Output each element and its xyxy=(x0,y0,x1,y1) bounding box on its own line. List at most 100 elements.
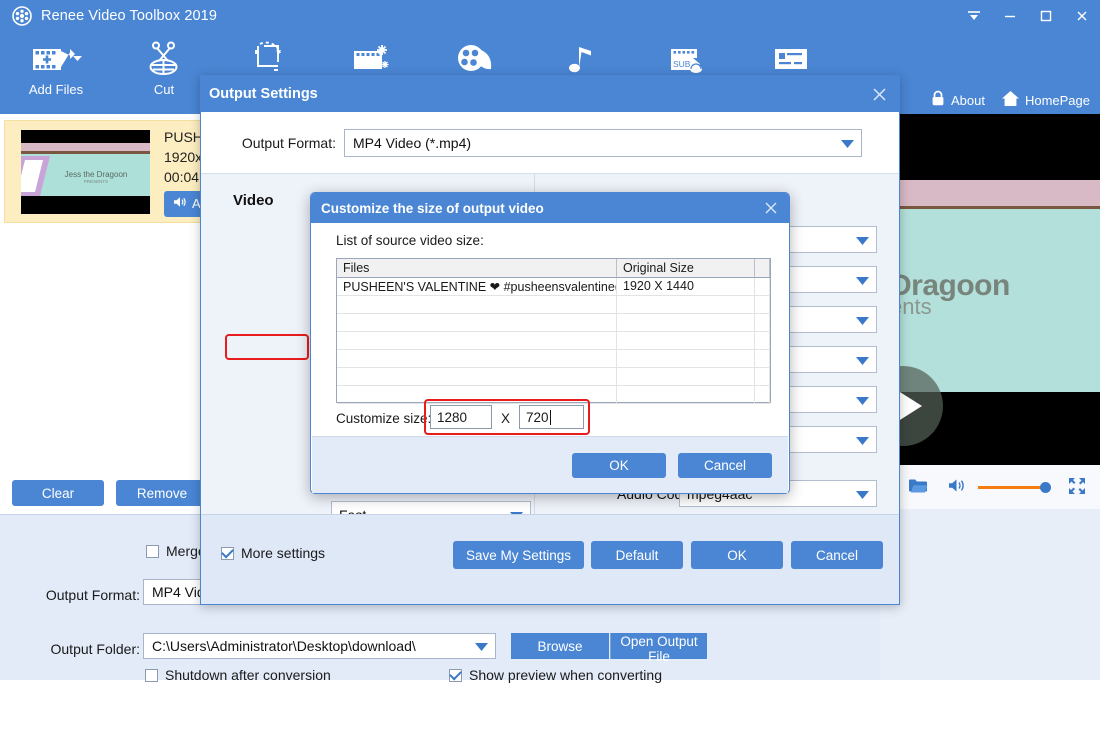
of-select[interactable]: MP4 Video (*.mp4) xyxy=(344,129,862,157)
video-preview[interactable]: Dragoon ents xyxy=(880,114,1100,465)
grid-row-empty xyxy=(337,314,770,332)
preview-panel: Dragoon ents xyxy=(880,114,1100,680)
output-folder-value: C:\Users\Administrator\Desktop\download\ xyxy=(152,638,416,654)
of-value: MP4 Video (*.mp4) xyxy=(353,135,471,151)
music-note-icon xyxy=(563,38,599,80)
grid-row-empty xyxy=(337,368,770,386)
about-label: About xyxy=(951,93,985,108)
preview-checkbox-row[interactable]: Show preview when converting xyxy=(449,667,662,683)
customize-dialog-title-bar: Customize the size of output video xyxy=(311,193,789,223)
close-button[interactable] xyxy=(1064,0,1100,32)
file-thumbnail: Jess the Dragoon PRESENTS xyxy=(21,130,150,214)
chevron-down-icon xyxy=(856,432,869,448)
clear-button[interactable]: Clear xyxy=(12,480,104,506)
grid-row[interactable]: PUSHEEN'S VALENTINE ❤ #pusheensvalentine… xyxy=(337,278,770,296)
subtitle-icon: SUB xyxy=(663,38,709,80)
chevron-down-icon xyxy=(856,486,869,502)
output-folder-select[interactable]: C:\Users\Administrator\Desktop\download\ xyxy=(143,633,496,659)
watermark-icon xyxy=(453,38,499,80)
chevron-down-icon xyxy=(856,232,869,248)
toolbar-item-add-files[interactable]: Add Files xyxy=(10,38,102,108)
about-button[interactable]: About xyxy=(930,90,985,110)
more-settings-row[interactable]: More settings xyxy=(221,545,325,561)
header-right-links: About HomePage xyxy=(920,90,1090,110)
grid-row-empty xyxy=(337,386,770,404)
app-logo-icon xyxy=(12,6,32,26)
grid-row-empty xyxy=(337,332,770,350)
scissors-icon xyxy=(144,38,184,80)
merge-checkbox[interactable] xyxy=(146,545,159,558)
more-settings-label: More settings xyxy=(241,545,325,561)
remove-button[interactable]: Remove xyxy=(116,480,208,506)
width-input[interactable]: 1280 xyxy=(430,405,492,429)
open-output-file-button[interactable]: Open Output File xyxy=(610,633,707,659)
shutdown-label: Shutdown after conversion xyxy=(165,667,331,683)
more-settings-checkbox[interactable] xyxy=(221,547,234,560)
chevron-down-icon xyxy=(856,272,869,288)
chevron-down-icon xyxy=(856,352,869,368)
app-title: Renee Video Toolbox 2019 xyxy=(41,8,217,24)
chevron-down-icon xyxy=(856,392,869,408)
height-value: 720 xyxy=(526,410,549,425)
close-icon[interactable] xyxy=(762,199,780,217)
grid-cell-file: PUSHEEN'S VALENTINE ❤ #pusheensvalentine… xyxy=(337,278,617,295)
grid-header-original-size: Original Size xyxy=(617,259,755,277)
chevron-down-icon xyxy=(841,135,854,151)
customize-ok-button[interactable]: OK xyxy=(572,453,666,478)
speaker-icon xyxy=(173,194,187,214)
grid-header-row: Files Original Size xyxy=(337,259,770,278)
chevron-down-icon xyxy=(475,638,488,654)
title-bar: Renee Video Toolbox 2019 xyxy=(0,0,1100,32)
output-format-label: Output Format: xyxy=(28,587,140,603)
grid-row-empty xyxy=(337,296,770,314)
output-settings-title-bar: Output Settings xyxy=(201,76,899,112)
grid-header-files: Files xyxy=(337,259,617,277)
close-icon[interactable] xyxy=(869,84,889,104)
toolbar-label-add-files: Add Files xyxy=(29,82,83,97)
ok-button[interactable]: OK xyxy=(691,541,783,569)
customize-size-label: Customize size: xyxy=(336,411,431,426)
output-folder-row: Output Folder: xyxy=(28,641,140,657)
minimize-button[interactable] xyxy=(992,0,1028,32)
merge-checkbox-row[interactable]: Merge xyxy=(146,543,206,559)
app-window: Renee Video Toolbox 2019 xyxy=(0,0,1100,680)
homepage-label: HomePage xyxy=(1025,93,1090,108)
customize-dialog-title: Customize the size of output video xyxy=(321,201,544,216)
shutdown-checkbox-row[interactable]: Shutdown after conversion xyxy=(145,667,331,683)
window-controls xyxy=(956,0,1100,32)
source-size-grid[interactable]: Files Original Size PUSHEEN'S VALENTINE … xyxy=(336,258,771,403)
height-input[interactable]: 720 xyxy=(519,405,584,429)
lock-icon xyxy=(930,90,946,110)
output-format-row: Output Format: xyxy=(28,587,140,603)
cancel-button[interactable]: Cancel xyxy=(791,541,883,569)
browse-button[interactable]: Browse xyxy=(511,633,609,659)
toolbar-item-cut[interactable]: Cut xyxy=(118,38,210,108)
speaker-icon[interactable] xyxy=(948,478,966,496)
toolbar-label-cut: Cut xyxy=(154,82,174,97)
grid-cell-spacer xyxy=(755,278,770,295)
customize-size-dialog: Customize the size of output video List … xyxy=(310,192,790,494)
video-section-title: Video xyxy=(233,192,274,209)
volume-slider[interactable] xyxy=(978,480,1056,494)
output-settings-title: Output Settings xyxy=(209,86,318,102)
source-list-label: List of source video size: xyxy=(336,233,484,248)
default-button[interactable]: Default xyxy=(591,541,683,569)
menu-dropdown-icon[interactable] xyxy=(956,0,992,32)
save-my-settings-button[interactable]: Save My Settings xyxy=(453,541,584,569)
output-format-bar: Output Format: MP4 Video (*.mp4) xyxy=(201,112,899,174)
homepage-button[interactable]: HomePage xyxy=(1001,90,1090,110)
folder-icon[interactable] xyxy=(908,477,928,497)
output-folder-label: Output Folder: xyxy=(28,641,140,657)
show-preview-label: Show preview when converting xyxy=(469,667,662,683)
crop-rotate-icon xyxy=(246,38,290,80)
grid-cell-original-size: 1920 X 1440 xyxy=(617,278,755,295)
maximize-button[interactable] xyxy=(1028,0,1064,32)
home-icon xyxy=(1001,90,1020,110)
grid-row-empty xyxy=(337,350,770,368)
customize-cancel-button[interactable]: Cancel xyxy=(678,453,772,478)
preview-controls xyxy=(880,465,1100,509)
of-label: Output Format: xyxy=(201,135,336,151)
output-settings-footer: More settings Save My Settings Default O… xyxy=(201,514,899,604)
fullscreen-icon[interactable] xyxy=(1068,477,1086,498)
add-files-icon xyxy=(29,38,83,80)
